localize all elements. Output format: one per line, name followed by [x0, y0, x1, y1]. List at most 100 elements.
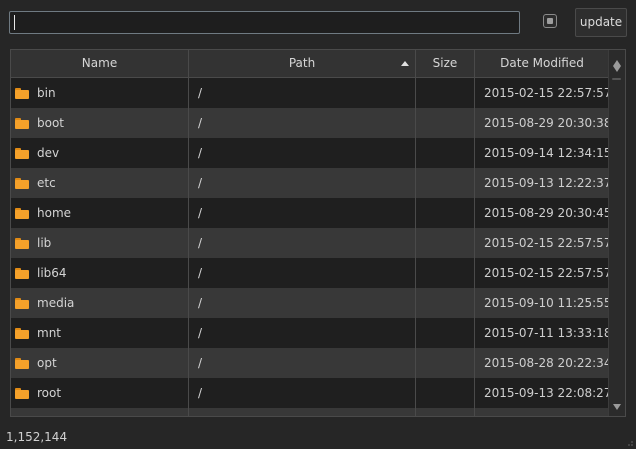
column-header-date-modified[interactable]: Date Modified [475, 50, 609, 77]
cell-size [416, 78, 475, 108]
cell-path: / [189, 198, 416, 228]
column-header-name[interactable]: Name [11, 50, 189, 77]
cell-date-modified: 2015-09-13 22:08:27 [484, 386, 609, 400]
cell-path: / [189, 78, 416, 108]
table-body: bin / 2015-02-15 22:57:57 boot / 2015-08-29 2… [11, 78, 609, 416]
cell-path: / [189, 258, 416, 288]
cell-name: mnt [11, 318, 189, 348]
cell-date-modified [475, 408, 609, 416]
cell-date-modified: 2015-08-29 20:30:45 [484, 206, 609, 220]
table-row[interactable] [11, 408, 609, 416]
sort-ascending-icon [401, 61, 409, 66]
table-row[interactable]: mnt / 2015-07-11 13:33:18 [11, 318, 609, 348]
checkbox-partial-indicator [547, 18, 553, 24]
cell-name: etc [11, 168, 189, 198]
cell-date-modified: 2015-09-13 12:22:37 [484, 176, 609, 190]
cell-size [416, 318, 475, 348]
cell-name: lib64 [11, 258, 189, 288]
cell-path: / [189, 318, 416, 348]
cell-name: media [11, 288, 189, 318]
cell-size [416, 138, 475, 168]
vertical-scrollbar[interactable] [608, 50, 625, 416]
cell-size [416, 408, 475, 416]
cell-size [416, 108, 475, 138]
folder-icon [15, 327, 29, 339]
cell-date-modified: 2015-09-14 12:34:15 [484, 146, 609, 160]
cell-name: dev [11, 138, 189, 168]
column-header-path[interactable]: Path [189, 50, 416, 77]
cell-date-modified: 2015-02-15 22:57:57 [484, 266, 609, 280]
cell-date-modified: 2015-02-15 22:57:57 [484, 86, 609, 100]
cell-date-modified: 2015-08-28 20:22:34 [484, 356, 609, 370]
column-header-label: Name [81, 56, 118, 70]
text-caret [14, 15, 15, 30]
cell-name [11, 408, 189, 416]
results-table: Name Path Size Date Modified bin / 2015-02… [10, 49, 626, 417]
file-name: etc [37, 176, 56, 190]
cell-name: home [11, 198, 189, 228]
folder-icon [15, 267, 29, 279]
folder-icon [15, 237, 29, 249]
result-count: 1,152,144 [6, 430, 68, 444]
cell-size [416, 348, 475, 378]
table-row[interactable]: lib / 2015-02-15 22:57:57 [11, 228, 609, 258]
cell-path: / [189, 108, 416, 138]
cell-path: / [189, 288, 416, 318]
cell-size [416, 288, 475, 318]
table-row[interactable]: home / 2015-08-29 20:30:45 [11, 198, 609, 228]
column-header-label: Path [288, 56, 316, 70]
folder-icon [15, 357, 29, 369]
table-row[interactable]: lib64 / 2015-02-15 22:57:57 [11, 258, 609, 288]
cell-path: / [189, 168, 416, 198]
cell-size [416, 228, 475, 258]
table-row[interactable]: root / 2015-09-13 22:08:27 [11, 378, 609, 408]
cell-size [416, 378, 475, 408]
folder-icon [15, 297, 29, 309]
scroll-thumb[interactable] [612, 78, 621, 80]
folder-icon [15, 117, 29, 129]
folder-icon [15, 207, 29, 219]
cell-path [189, 408, 416, 416]
search-input[interactable] [9, 11, 520, 34]
column-header-label: Size [432, 56, 458, 70]
table-row[interactable]: boot / 2015-08-29 20:30:38 [11, 108, 609, 138]
cell-name: opt [11, 348, 189, 378]
resize-grip-icon[interactable] [624, 437, 634, 447]
table-row[interactable]: media / 2015-09-10 11:25:55 [11, 288, 609, 318]
cell-size [416, 198, 475, 228]
file-name: lib64 [37, 266, 67, 280]
cell-path: / [189, 348, 416, 378]
cell-date-modified: 2015-07-11 13:33:18 [484, 326, 609, 340]
file-name: boot [37, 116, 65, 130]
table-row[interactable]: dev / 2015-09-14 12:34:15 [11, 138, 609, 168]
column-header-label: Date Modified [500, 56, 584, 70]
file-search-window: update Name Path Size Date Modified bin /… [0, 0, 636, 449]
cell-path: / [189, 228, 416, 258]
table-header: Name Path Size Date Modified [11, 50, 609, 78]
update-button[interactable]: update [575, 8, 627, 37]
cell-name: bin [11, 78, 189, 108]
filter-checkbox[interactable] [543, 14, 557, 28]
folder-icon [15, 177, 29, 189]
cell-date-modified: 2015-08-29 20:30:38 [484, 116, 609, 130]
column-header-size[interactable]: Size [416, 50, 475, 77]
cell-path: / [189, 138, 416, 168]
cell-name: root [11, 378, 189, 408]
scroll-down-icon[interactable] [613, 404, 621, 410]
file-name: root [37, 386, 62, 400]
file-name: bin [37, 86, 56, 100]
file-name: dev [37, 146, 60, 160]
file-name: home [37, 206, 72, 220]
table-row[interactable]: opt / 2015-08-28 20:22:34 [11, 348, 609, 378]
folder-icon [15, 147, 29, 159]
table-row[interactable]: bin / 2015-02-15 22:57:57 [11, 78, 609, 108]
cell-size [416, 168, 475, 198]
file-name: opt [37, 356, 57, 370]
cell-date-modified: 2015-02-15 22:57:57 [484, 236, 609, 250]
scroll-up-down-icon[interactable] [613, 66, 621, 72]
file-name: media [37, 296, 75, 310]
file-name: mnt [37, 326, 61, 340]
cell-size [416, 258, 475, 288]
folder-icon [15, 87, 29, 99]
table-row[interactable]: etc / 2015-09-13 12:22:37 [11, 168, 609, 198]
